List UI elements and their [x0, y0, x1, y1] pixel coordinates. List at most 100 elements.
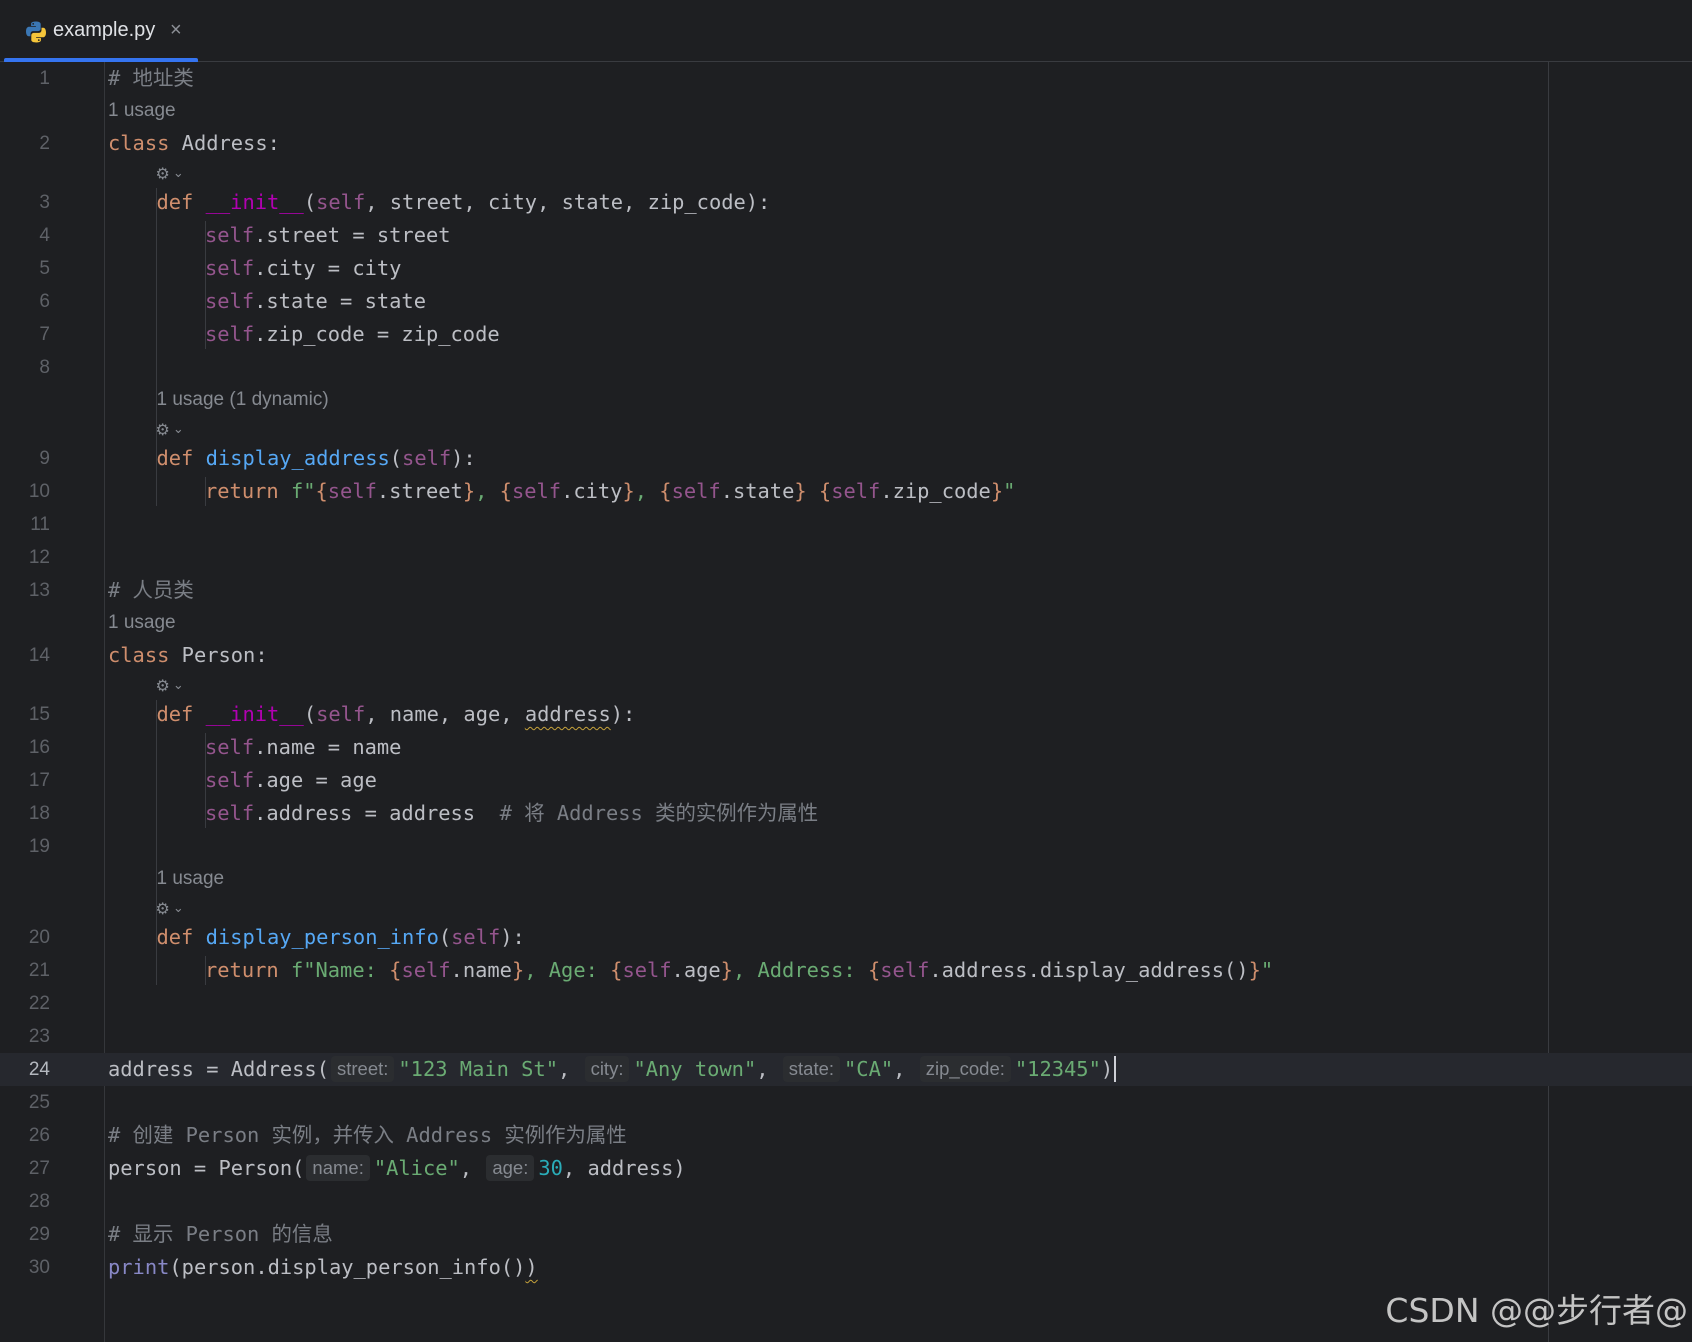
code-text[interactable]: def display_address(self):: [157, 442, 476, 475]
code-token: "123 Main St": [398, 1057, 558, 1081]
code-text[interactable]: self.address = address # 将 Address 类的实例作…: [205, 797, 818, 830]
code-line[interactable]: 19: [0, 830, 1692, 863]
code-line[interactable]: 24 address = Address(street: "123 Main St"…: [0, 1053, 1692, 1086]
ai-actions-icon[interactable]: ⚙ ⌄: [156, 672, 184, 698]
code-token: Person:: [181, 643, 268, 667]
line-number[interactable]: 18: [0, 797, 50, 830]
code-line[interactable]: 20 def display_person_info(self):: [0, 921, 1692, 954]
code-line[interactable]: 29 # 显示 Person 的信息: [0, 1218, 1692, 1251]
line-number[interactable]: 26: [0, 1119, 50, 1152]
line-number[interactable]: 16: [0, 731, 50, 764]
code-line[interactable]: 25: [0, 1086, 1692, 1119]
line-number[interactable]: 19: [0, 830, 50, 863]
code-line[interactable]: 26 # 创建 Person 实例，并传入 Address 实例作为属性: [0, 1119, 1692, 1152]
code-line[interactable]: 27 person = Person(name: "Alice", age: 30, …: [0, 1152, 1692, 1185]
code-line[interactable]: 6 self.state = state: [0, 285, 1692, 318]
code-text[interactable]: self.name = name: [205, 731, 401, 764]
line-number[interactable]: 8: [0, 351, 50, 384]
close-tab-icon[interactable]: ×: [170, 18, 182, 42]
line-number[interactable]: 22: [0, 987, 50, 1020]
code-line[interactable]: 5 self.city = city: [0, 252, 1692, 285]
code-line[interactable]: 21 return f"Name: {self.name}, Age: {self…: [0, 954, 1692, 987]
line-number[interactable]: 30: [0, 1251, 50, 1284]
code-line[interactable]: 30 print(person.display_person_info()): [0, 1251, 1692, 1284]
code-text[interactable]: def __init__(self, name, age, address):: [157, 698, 636, 731]
ai-actions-icon[interactable]: ⚙ ⌄: [156, 895, 184, 921]
code-line[interactable]: 8: [0, 351, 1692, 384]
code-text[interactable]: class Person:: [108, 639, 268, 672]
code-text[interactable]: self.zip_code = zip_code: [205, 318, 500, 351]
code-line[interactable]: 13 # 人员类: [0, 574, 1692, 607]
line-number[interactable]: 11: [0, 508, 50, 541]
code-line[interactable]: 3 def __init__(self, street, city, state,…: [0, 186, 1692, 219]
line-number[interactable]: 29: [0, 1218, 50, 1251]
line-number[interactable]: 10: [0, 475, 50, 508]
line-number[interactable]: 6: [0, 285, 50, 318]
line-number[interactable]: 25: [0, 1086, 50, 1119]
code-text[interactable]: self.city = city: [205, 252, 401, 285]
code-token: }: [1248, 958, 1261, 982]
code-line[interactable]: 23: [0, 1020, 1692, 1053]
line-number[interactable]: 23: [0, 1020, 50, 1053]
line-number[interactable]: 27: [0, 1152, 50, 1185]
line-number[interactable]: 14: [0, 639, 50, 672]
code-line[interactable]: 18 self.address = address # 将 Address 类的实…: [0, 797, 1692, 830]
code-text[interactable]: def __init__(self, street, city, state, …: [157, 186, 771, 219]
code-line[interactable]: 28: [0, 1185, 1692, 1218]
code-line[interactable]: 10 return f"{self.street}, {self.city}, {…: [0, 475, 1692, 508]
code-text[interactable]: # 创建 Person 实例，并传入 Address 实例作为属性: [108, 1119, 627, 1152]
code-line[interactable]: 1 # 地址类: [0, 62, 1692, 95]
indent-guide: [156, 700, 157, 985]
code-text[interactable]: # 人员类: [108, 574, 194, 607]
line-number[interactable]: 9: [0, 442, 50, 475]
line-number[interactable]: 3: [0, 186, 50, 219]
line-number[interactable]: 2: [0, 127, 50, 160]
usage-code-lens[interactable]: 1 usage: [108, 95, 176, 127]
code-line[interactable]: 7 self.zip_code = zip_code: [0, 318, 1692, 351]
code-text[interactable]: person = Person(name: "Alice", age: 30, ad…: [108, 1152, 686, 1185]
usage-code-lens[interactable]: 1 usage: [108, 607, 176, 639]
code-line[interactable]: 11: [0, 508, 1692, 541]
code-line[interactable]: 2 class Address:: [0, 127, 1692, 160]
line-number[interactable]: 24: [0, 1053, 50, 1086]
code-line[interactable]: 15 def __init__(self, name, age, address)…: [0, 698, 1692, 731]
line-number[interactable]: 28: [0, 1185, 50, 1218]
code-line[interactable]: 12: [0, 541, 1692, 574]
code-line[interactable]: 16 self.name = name: [0, 731, 1692, 764]
line-number[interactable]: 17: [0, 764, 50, 797]
code-text[interactable]: def display_person_info(self):: [157, 921, 525, 954]
line-number[interactable]: 20: [0, 921, 50, 954]
code-text[interactable]: self.age = age: [205, 764, 377, 797]
tab-example-py[interactable]: example.py ×: [4, 0, 198, 63]
code-text[interactable]: address = Address(street: "123 Main St", …: [108, 1053, 1117, 1086]
line-number[interactable]: 15: [0, 698, 50, 731]
code-editor[interactable]: 1 # 地址类 1 usage 2 class Address: ⚙ ⌄ 3 def __ini…: [0, 62, 1692, 1342]
code-text[interactable]: print(person.display_person_info()): [108, 1251, 538, 1284]
code-text[interactable]: # 显示 Person 的信息: [108, 1218, 333, 1251]
code-token: def: [156, 190, 206, 214]
line-number[interactable]: 1: [0, 62, 50, 95]
code-text[interactable]: class Address:: [108, 127, 280, 160]
code-text[interactable]: self.street = street: [205, 219, 451, 252]
line-number[interactable]: 12: [0, 541, 50, 574]
code-token: (: [438, 925, 452, 949]
usage-code-lens[interactable]: 1 usage (1 dynamic): [157, 384, 329, 416]
ai-actions-icon[interactable]: ⚙ ⌄: [156, 160, 184, 186]
line-number[interactable]: 21: [0, 954, 50, 987]
line-number[interactable]: 4: [0, 219, 50, 252]
code-line[interactable]: 22: [0, 987, 1692, 1020]
code-text[interactable]: return f"Name: {self.name}, Age: {self.a…: [205, 954, 1273, 987]
code-token: (: [303, 190, 317, 214]
usage-code-lens[interactable]: 1 usage: [157, 863, 225, 895]
code-line[interactable]: 14 class Person:: [0, 639, 1692, 672]
ai-actions-icon[interactable]: ⚙ ⌄: [156, 416, 184, 442]
code-line[interactable]: 17 self.age = age: [0, 764, 1692, 797]
code-text[interactable]: # 地址类: [108, 62, 194, 95]
line-number[interactable]: 13: [0, 574, 50, 607]
code-line[interactable]: 4 self.street = street: [0, 219, 1692, 252]
code-text[interactable]: self.state = state: [205, 285, 426, 318]
line-number[interactable]: 7: [0, 318, 50, 351]
code-text[interactable]: return f"{self.street}, {self.city}, {se…: [205, 475, 1015, 508]
code-line[interactable]: 9 def display_address(self):: [0, 442, 1692, 475]
line-number[interactable]: 5: [0, 252, 50, 285]
